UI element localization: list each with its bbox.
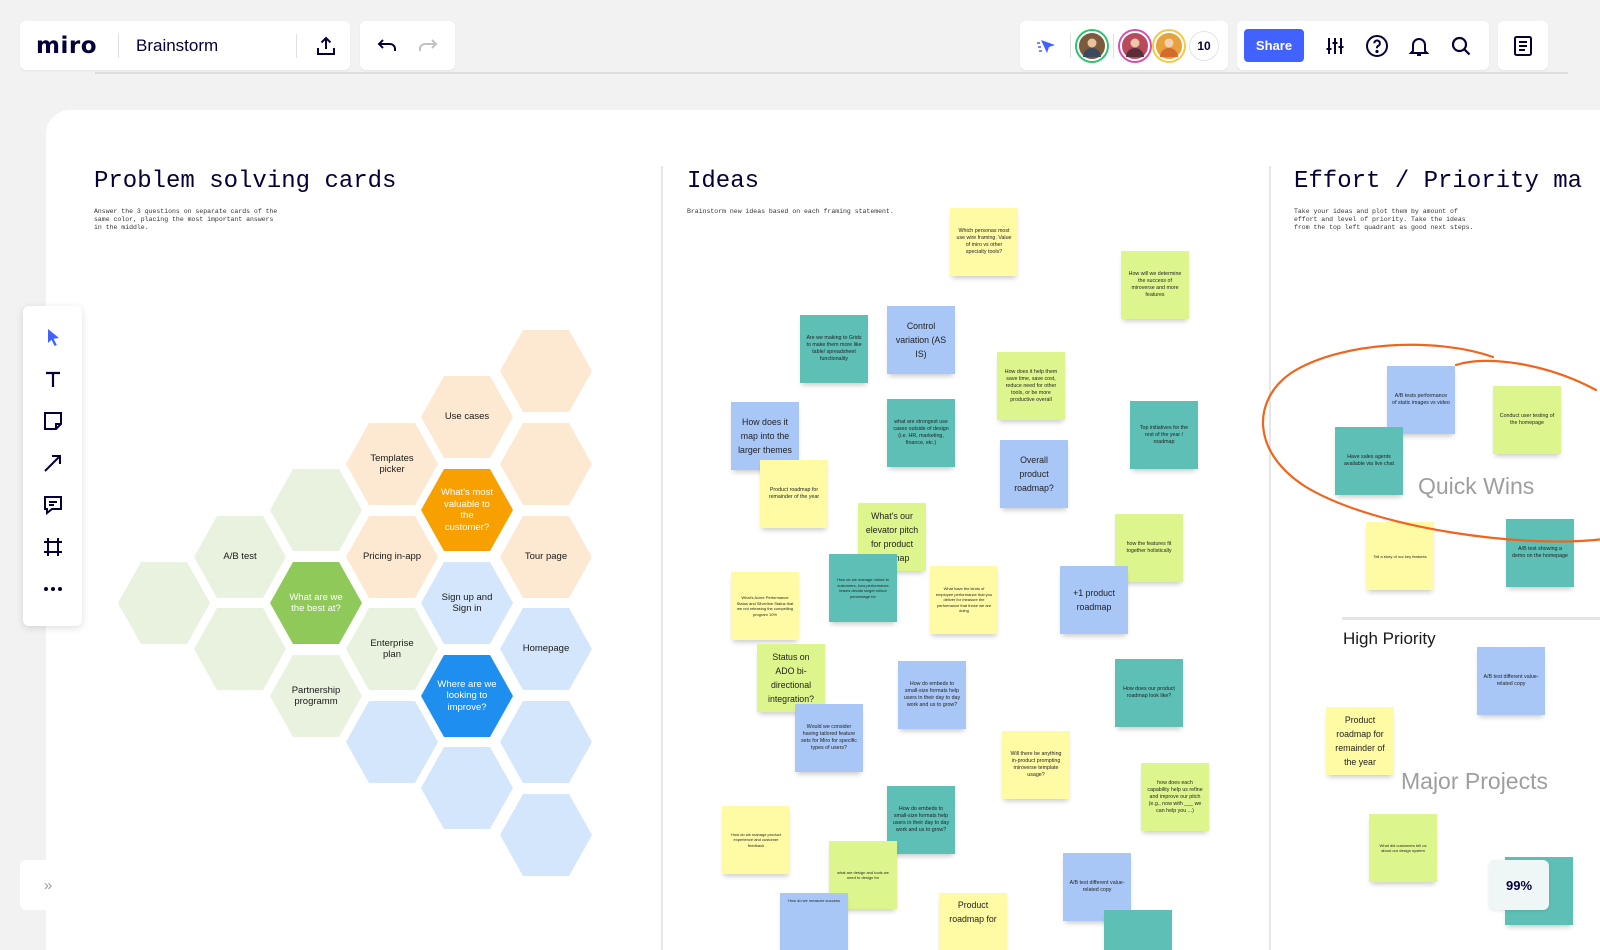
quadrant-divider: [1342, 617, 1600, 620]
board-header: miro Brainstorm: [20, 21, 350, 70]
notes-list-icon[interactable]: [1512, 35, 1534, 57]
frame-desc-problem: Answer the 3 questions on separate cards…: [94, 208, 278, 231]
sticky-note[interactable]: How do we manage product experience and …: [722, 806, 790, 874]
more-tools-icon[interactable]: [33, 568, 73, 610]
hex-card[interactable]: [421, 747, 513, 829]
sticky-note[interactable]: what are strongest use cases outside of …: [887, 399, 955, 467]
select-cursor-icon[interactable]: [33, 316, 73, 358]
divider: [1070, 33, 1071, 58]
frame-divider: [661, 166, 663, 950]
sticky-note-icon[interactable]: [33, 400, 73, 442]
hex-card[interactable]: Sign up and Sign in: [421, 562, 513, 644]
collaborators-bar: 10: [1020, 21, 1228, 70]
toolbar-panel: [23, 306, 82, 626]
header-underline: [95, 72, 1568, 74]
more-collaborators-count[interactable]: 10: [1189, 30, 1219, 61]
frame-title-problem[interactable]: Problem solving cards: [94, 168, 396, 195]
frame-title-ideas[interactable]: Ideas: [687, 168, 759, 195]
hex-card[interactable]: Enterprise plan: [346, 608, 438, 690]
sticky-note[interactable]: How will we determine the success of mir…: [1121, 251, 1189, 319]
sticky-note[interactable]: A/B test different value-related copy: [1477, 647, 1545, 715]
avatar[interactable]: [1120, 30, 1150, 61]
divider: [118, 33, 119, 58]
hex-card[interactable]: Use cases: [421, 376, 513, 458]
avatar[interactable]: [1077, 30, 1107, 61]
frame-title-effort[interactable]: Effort / Priority ma: [1294, 168, 1582, 195]
sticky-note[interactable]: Product roadmap for remainder of the yea…: [1326, 707, 1394, 775]
miro-logo[interactable]: miro: [36, 33, 97, 59]
sticky-note[interactable]: How do embeds to small-size formats help…: [887, 786, 955, 854]
sticky-note[interactable]: Which personas most use wire framing. Va…: [950, 208, 1018, 276]
hex-card-focus[interactable]: Where are we looking to improve?: [421, 655, 513, 737]
board-menu: [1498, 21, 1548, 70]
sticky-note[interactable]: How do embeds to small-size formats help…: [898, 661, 966, 729]
sticky-note[interactable]: What's Acme Performance Status and Silve…: [731, 572, 799, 640]
sticky-note[interactable]: Overall product roadmap?: [1000, 440, 1068, 508]
sticky-note[interactable]: What have the kinds of employee performa…: [930, 566, 998, 634]
undo-icon[interactable]: [377, 37, 399, 55]
sticky-note[interactable]: Status on ADO bi-directional integration…: [757, 644, 825, 712]
sticky-note[interactable]: +1 product roadmap: [1060, 566, 1128, 634]
board-canvas[interactable]: Problem solving cards Answer the 3 quest…: [46, 110, 1600, 950]
sticky-note[interactable]: Product roadmap for: [939, 893, 1007, 950]
upload-icon[interactable]: [315, 35, 337, 57]
divider: [1113, 33, 1114, 58]
connector-line-icon[interactable]: [33, 442, 73, 484]
frame-divider: [1269, 166, 1271, 950]
quadrant-label-high-priority: High Priority: [1343, 629, 1436, 648]
sticky-note[interactable]: Product roadmap for remainder of the yea…: [760, 460, 828, 528]
quadrant-label-major-projects: Major Projects: [1401, 768, 1548, 794]
sticky-note[interactable]: How does it help them save time, save co…: [997, 352, 1065, 420]
sticky-note[interactable]: Control variation (AS IS): [887, 306, 955, 374]
hex-card[interactable]: Pricing in-app: [346, 516, 438, 598]
sticky-note[interactable]: How do we measure success: [780, 893, 848, 950]
text-tool-icon[interactable]: [33, 358, 73, 400]
sticky-note[interactable]: Are we making to Grids to make them more…: [800, 315, 868, 383]
redo-icon[interactable]: [416, 37, 438, 55]
hex-card[interactable]: Partnership programm: [270, 655, 362, 737]
sticky-note[interactable]: Top initiatives for the rest of the year…: [1130, 401, 1198, 469]
hex-card[interactable]: [270, 469, 362, 551]
history-controls: [360, 21, 455, 70]
frame-desc-effort: Take your ideas and plot them by amount …: [1294, 208, 1474, 231]
divider: [296, 33, 297, 58]
frame-tool-icon[interactable]: [33, 526, 73, 568]
highlight-circle-drawing[interactable]: [1246, 335, 1600, 555]
hex-card[interactable]: [194, 608, 286, 690]
hex-card[interactable]: [500, 701, 592, 783]
hex-card[interactable]: [346, 701, 438, 783]
hex-card[interactable]: [118, 562, 210, 644]
help-icon[interactable]: [1356, 34, 1398, 58]
sticky-note[interactable]: How do we manage rollout to customers, h…: [829, 554, 897, 622]
actions-bar: Share: [1237, 21, 1489, 70]
notifications-bell-icon[interactable]: [1398, 35, 1440, 57]
hex-card[interactable]: Templates picker: [346, 423, 438, 505]
zoom-level[interactable]: 99%: [1489, 860, 1549, 910]
search-icon[interactable]: [1440, 35, 1482, 57]
avatar[interactable]: [1154, 30, 1184, 61]
hex-card[interactable]: [500, 330, 592, 412]
hex-card[interactable]: Homepage: [500, 608, 592, 690]
sticky-note[interactable]: how does each capability help us refine …: [1141, 763, 1209, 831]
sticky-note[interactable]: Will there be anything in-product prompt…: [1002, 731, 1070, 799]
hex-card[interactable]: [500, 423, 592, 505]
hex-card[interactable]: A/B test: [194, 516, 286, 598]
frame-desc-ideas: Brainstorm new ideas based on each frami…: [687, 208, 894, 215]
expand-panel-icon[interactable]: »: [20, 860, 76, 910]
sticky-note[interactable]: How does our product roadmap look like?: [1115, 659, 1183, 727]
sticky-note[interactable]: [1104, 910, 1172, 950]
sticky-note[interactable]: What did customers tell us about our des…: [1369, 814, 1437, 882]
board-title[interactable]: Brainstorm: [136, 36, 296, 56]
hex-card-focus[interactable]: What's most valuable to the customer?: [421, 469, 513, 551]
follow-cursor-icon[interactable]: [1036, 36, 1058, 56]
settings-sliders-icon[interactable]: [1314, 35, 1356, 57]
comment-icon[interactable]: [33, 484, 73, 526]
hex-card[interactable]: Tour page: [500, 516, 592, 598]
sticky-note[interactable]: Would we consider having tailored featur…: [795, 704, 863, 772]
hex-card-focus[interactable]: What are we the best at?: [270, 562, 362, 644]
hex-card[interactable]: [500, 794, 592, 876]
share-button[interactable]: Share: [1244, 29, 1304, 62]
